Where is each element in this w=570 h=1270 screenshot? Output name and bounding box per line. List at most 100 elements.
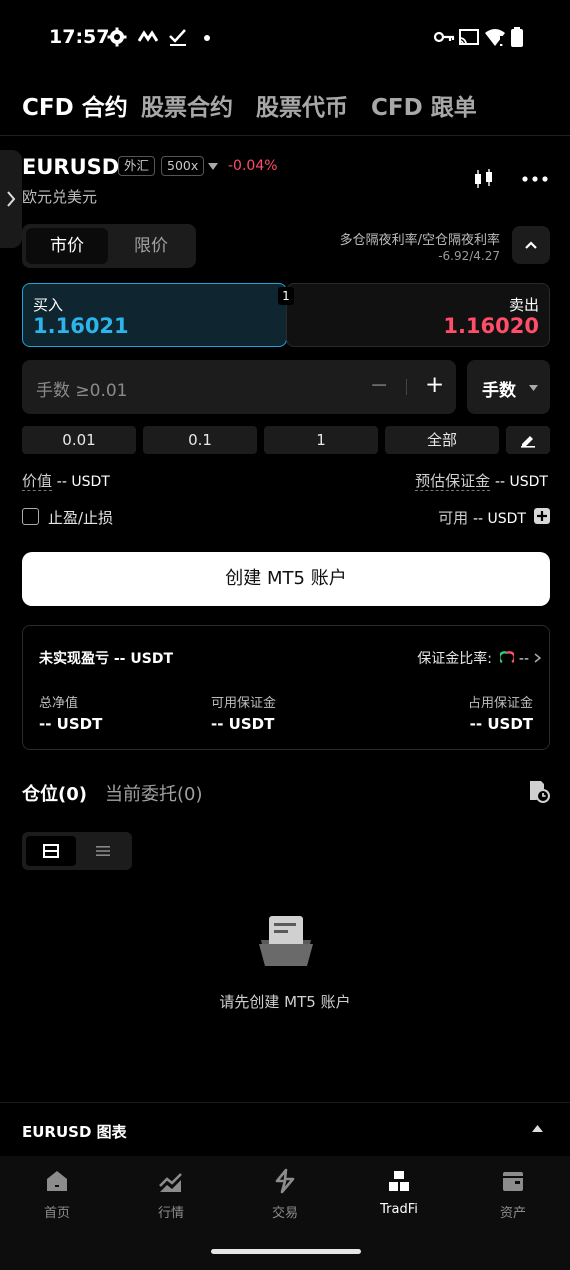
available-row: 可用 -- USDT <box>438 507 526 528</box>
sell-price: 1.16020 <box>443 314 539 338</box>
tp-sl-checkbox[interactable] <box>22 508 39 525</box>
unit-label: 手数 <box>482 381 516 401</box>
order-history-icon[interactable] <box>526 779 550 803</box>
buy-label: 买入 <box>33 296 64 314</box>
value-amount: -- USDT <box>56 474 110 490</box>
view-toggle <box>22 832 132 870</box>
side-drawer-handle[interactable] <box>0 150 22 248</box>
instrument-symbol[interactable]: EURUSD <box>22 155 119 179</box>
chart-bar-title[interactable]: EURUSD 图表 <box>22 1121 127 1142</box>
tp-sl-label[interactable]: 止盈/止损 <box>48 507 113 528</box>
quick-amount-0-01[interactable]: 0.01 <box>22 426 136 454</box>
activity-icon <box>138 30 158 42</box>
status-time: 17:57 <box>49 26 110 48</box>
stepper-divider <box>406 379 407 395</box>
value-label: 价值 <box>22 472 53 491</box>
margin-ratio-row[interactable]: 保证金比率: -- <box>417 648 529 668</box>
edit-amounts-button[interactable] <box>506 426 550 454</box>
unrealized-pnl-value: -- USDT <box>113 651 173 667</box>
card-view-icon <box>43 844 59 858</box>
available-label: 可用 <box>438 509 469 527</box>
header-divider <box>0 135 570 136</box>
unrealized-pnl-label: 未实现盈亏 <box>39 651 109 667</box>
nav-markets-label: 行情 <box>157 1206 184 1221</box>
swap-rate-label: 多仓隔夜利率/空仓隔夜利率 <box>339 233 500 248</box>
lot-size-placeholder: 手数 ≥0.01 <box>36 381 128 401</box>
nav-tradfi[interactable]: TradFi <box>344 1168 454 1217</box>
nav-trade[interactable]: 交易 <box>230 1168 340 1221</box>
account-summary-card: 未实现盈亏 -- USDT 保证金比率: -- 总净值 -- USDT 可用保证… <box>22 625 550 750</box>
pencil-icon <box>521 436 535 448</box>
caret-up-icon[interactable] <box>532 1125 543 1132</box>
decrease-lot-button[interactable]: − <box>370 373 388 398</box>
settings-icon <box>107 27 127 47</box>
nav-assets[interactable]: 资产 <box>458 1168 568 1221</box>
tab-positions[interactable]: 仓位(0) <box>22 780 87 806</box>
nav-home[interactable]: 首页 <box>2 1168 112 1221</box>
unit-selector[interactable]: 手数 <box>467 360 550 414</box>
instrument-name: 欧元兑美元 <box>22 188 98 206</box>
empty-document-icon <box>259 916 313 966</box>
nav-home-label: 首页 <box>43 1206 70 1221</box>
home-icon <box>47 1171 67 1191</box>
limit-order-tab[interactable]: 限价 <box>110 228 192 264</box>
swap-rate-value: -6.92/4.27 <box>438 249 500 263</box>
category-badge: 外汇 <box>118 156 156 176</box>
empty-state-text: 请先创建 MT5 账户 <box>219 993 351 1011</box>
tab-stock-token[interactable]: 股票代币 <box>256 88 348 122</box>
sell-button[interactable]: 卖出 1.16020 <box>286 283 550 347</box>
equity-value: -- USDT <box>39 715 103 733</box>
chevron-up-icon <box>525 241 537 249</box>
estimated-margin-row: 预估保证金 -- USDT <box>415 470 548 491</box>
more-icon[interactable] <box>522 175 548 183</box>
quick-amount-all[interactable]: 全部 <box>385 426 499 454</box>
chart-bar-divider <box>0 1102 570 1103</box>
free-margin-label: 可用保证金 <box>211 696 277 711</box>
available-amount: -- USDT <box>472 511 526 527</box>
transfer-button[interactable] <box>534 508 550 524</box>
used-margin-label: 占用保证金 <box>467 696 533 711</box>
key-icon <box>433 31 455 43</box>
card-view-button[interactable] <box>26 836 76 866</box>
tab-open-orders[interactable]: 当前委托(0) <box>105 780 203 806</box>
plus-icon <box>537 511 547 521</box>
caret-down-icon <box>529 385 538 391</box>
battery-icon <box>511 27 523 47</box>
candlestick-chart-icon[interactable] <box>472 167 496 191</box>
leverage-badge: 500x <box>161 156 205 176</box>
lot-size-input[interactable]: 手数 ≥0.01 − + <box>22 360 456 414</box>
market-order-tab[interactable]: 市价 <box>26 228 108 264</box>
tab-cfd-copy[interactable]: CFD 跟单 <box>371 88 477 122</box>
quick-amount-1[interactable]: 1 <box>264 426 378 454</box>
wallet-icon <box>503 1172 523 1191</box>
tab-cfd-contract[interactable]: CFD 合约 <box>22 88 128 122</box>
tradfi-icon <box>389 1171 409 1191</box>
home-indicator[interactable] <box>211 1249 361 1254</box>
list-icon <box>96 846 110 856</box>
list-view-button[interactable] <box>80 836 128 866</box>
buy-button[interactable]: 买入 1.16021 <box>22 283 287 347</box>
sell-label: 卖出 <box>508 296 539 314</box>
unrealized-pnl-row: 未实现盈亏 -- USDT <box>39 648 173 668</box>
cast-icon <box>459 29 479 45</box>
estimated-margin-label: 预估保证金 <box>415 472 491 491</box>
tab-stock-contract[interactable]: 股票合约 <box>141 88 233 122</box>
caret-down-icon[interactable] <box>208 163 218 170</box>
nav-tradfi-label: TradFi <box>380 1202 418 1217</box>
margin-ratio-label: 保证金比率: <box>417 651 492 667</box>
wifi-icon <box>485 29 505 46</box>
free-margin-value: -- USDT <box>211 715 275 733</box>
estimated-margin-amount: -- USDT <box>494 474 548 490</box>
value-row: 价值 -- USDT <box>22 470 110 491</box>
quick-amount-0-1[interactable]: 0.1 <box>143 426 257 454</box>
nav-markets[interactable]: 行情 <box>116 1168 226 1221</box>
create-mt5-account-button[interactable]: 创建 MT5 账户 <box>22 552 550 606</box>
gauge-icon <box>498 651 517 664</box>
collapse-button[interactable] <box>512 226 550 264</box>
margin-ratio-value: -- <box>518 651 529 667</box>
order-type-selector: 市价 限价 <box>22 224 196 268</box>
chevron-right-icon <box>7 191 16 207</box>
increase-lot-button[interactable]: + <box>425 372 444 398</box>
nav-trade-label: 交易 <box>271 1206 298 1221</box>
price-change: -0.04% <box>228 158 278 174</box>
